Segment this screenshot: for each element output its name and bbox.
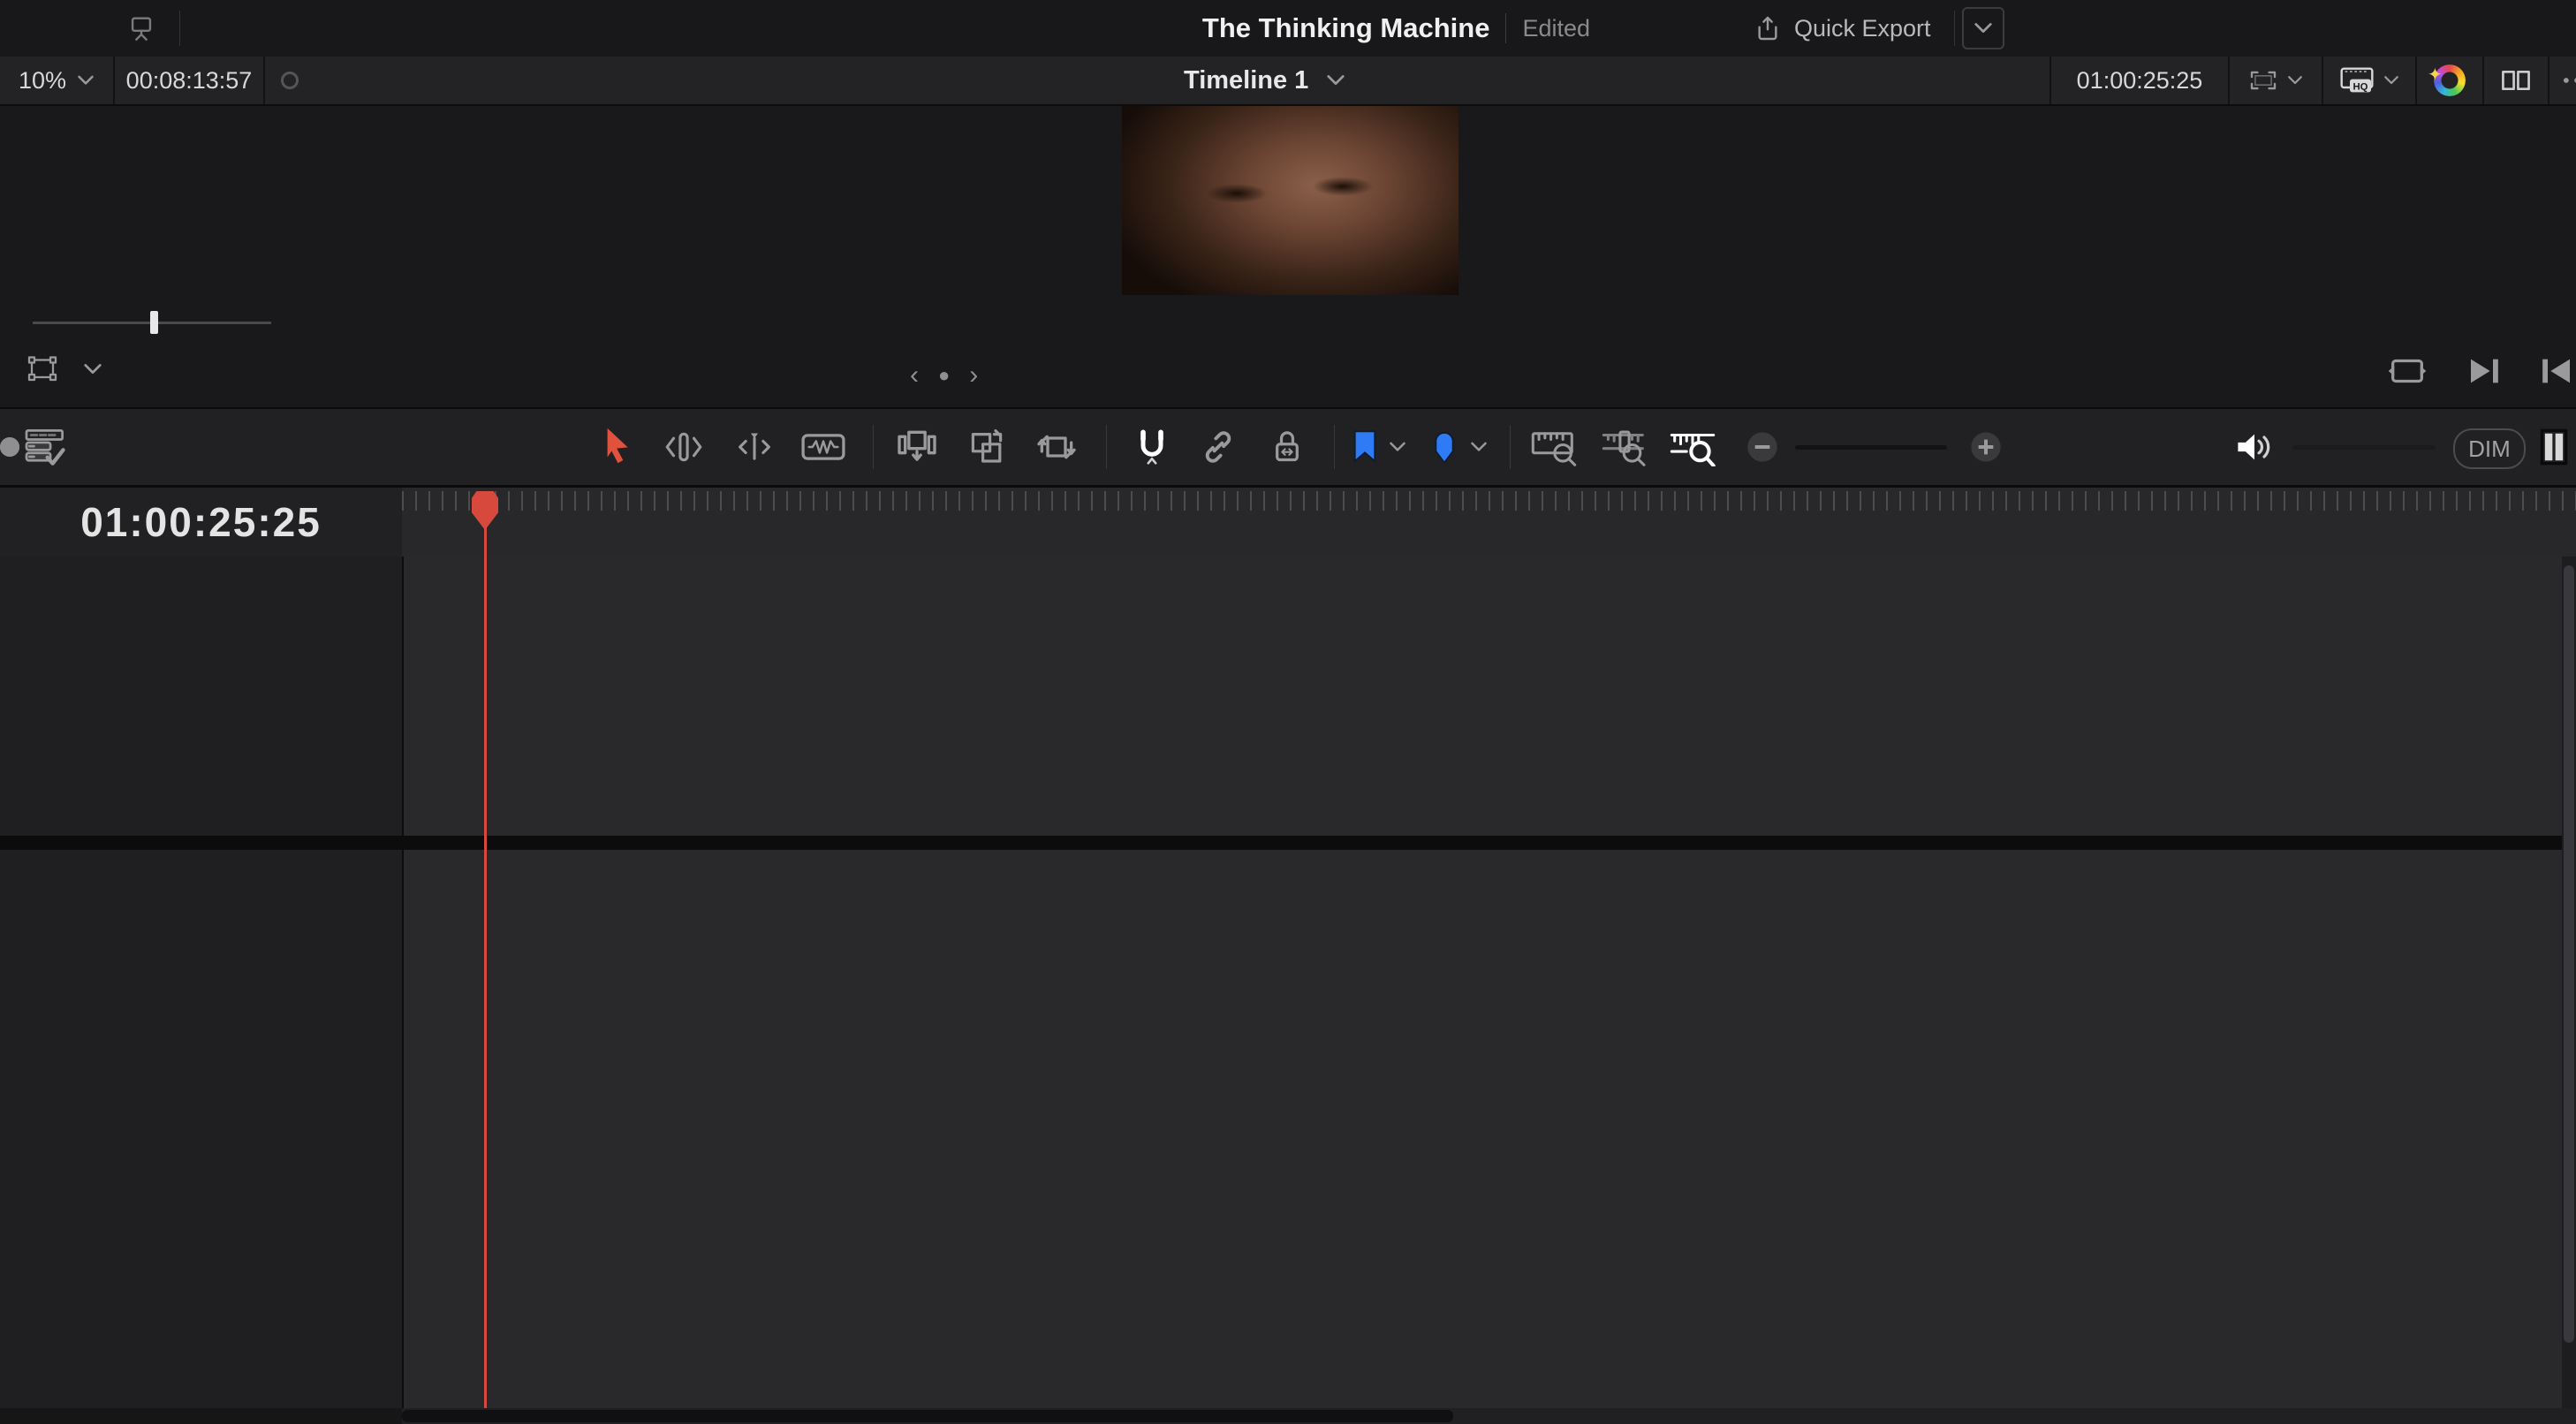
chevron-down-icon	[2287, 74, 2303, 87]
project-title-area: The Thinking Machine Edited	[1095, 0, 1590, 57]
transport-right	[2385, 355, 2574, 387]
flag-button[interactable]	[1350, 409, 1380, 485]
timeline-current-timecode: 01:00:25:25	[80, 498, 322, 546]
horizontal-scrollbar[interactable]	[402, 1408, 2576, 1424]
crop-bracket-icon	[2248, 69, 2278, 92]
snapping-button[interactable]	[1134, 409, 1170, 485]
overwrite-clip-button[interactable]	[967, 409, 1010, 485]
project-title: The Thinking Machine	[1202, 12, 1490, 44]
vertical-scrollbar[interactable]	[2562, 557, 2576, 1408]
quick-export-button[interactable]: Quick Export	[1794, 15, 1931, 42]
viewer-area: ‹ ● ›	[0, 106, 2576, 408]
zoom-in-button[interactable]	[1968, 409, 2004, 485]
viewer-video-frame[interactable]	[1122, 106, 1458, 295]
prev-clip-icon[interactable]: ‹	[910, 360, 919, 390]
zoom-detail-button[interactable]	[1600, 409, 1649, 485]
timeline-body	[0, 557, 2576, 1408]
close-button[interactable]	[19, 19, 40, 39]
marker-color-chevron[interactable]	[1470, 409, 1488, 485]
viewer-toolbar: 10% 00:08:13:57 Timeline 1 01:00:25:25 H…	[0, 57, 2576, 106]
record-timecode[interactable]: 01:00:25:25	[2049, 57, 2230, 104]
zoom-button[interactable]	[87, 19, 107, 39]
volume-thumb[interactable]	[0, 437, 19, 457]
razor-tool-button[interactable]	[799, 409, 848, 485]
trim-edit-mode-button[interactable]	[661, 409, 707, 485]
zoom-full-extent-button[interactable]	[1529, 409, 1579, 485]
viewer-zoom-select[interactable]: 10%	[0, 57, 115, 104]
playhead[interactable]	[484, 491, 487, 1408]
page-chevron-button[interactable]	[1962, 7, 2004, 49]
svg-text:HQ: HQ	[2353, 82, 2368, 93]
grade-bypass-button[interactable]: ✦	[2417, 57, 2484, 104]
chevron-down-icon	[77, 74, 95, 87]
cache-indicator	[281, 72, 299, 89]
speaker-icon[interactable]	[2235, 409, 2274, 485]
position-lock-button[interactable]	[1270, 409, 1304, 485]
jog-handle[interactable]	[150, 311, 158, 334]
insert-clip-button[interactable]	[895, 409, 939, 485]
source-timecode[interactable]: 00:08:13:57	[115, 57, 265, 104]
dim-button[interactable]: DIM	[2453, 428, 2526, 469]
prev-edit-icon[interactable]	[2539, 356, 2574, 386]
video-audio-divider[interactable]	[0, 836, 2576, 850]
loop-range-icon[interactable]	[2385, 355, 2429, 387]
selection-tool-button[interactable]	[601, 409, 636, 485]
timeline-selector[interactable]: Timeline 1	[1184, 66, 1345, 95]
minimize-button[interactable]	[53, 19, 73, 39]
horizontal-scroll-handle[interactable]	[402, 1410, 1453, 1422]
vertical-scroll-handle[interactable]	[2564, 565, 2574, 1343]
chevron-down-icon	[1326, 74, 1345, 87]
viewer-options-button[interactable]	[2549, 57, 2576, 104]
clip-nav: ‹ ● ›	[910, 360, 978, 390]
dual-viewer-button[interactable]	[2484, 57, 2549, 104]
edit-toolbar: DIM	[0, 409, 2576, 488]
viewer-zoom-value: 10%	[19, 67, 66, 95]
track-header-column	[0, 557, 404, 1408]
presentation-icon[interactable]	[126, 13, 156, 43]
timeline-ruler[interactable]	[402, 488, 2576, 557]
ruler-ticks	[402, 491, 2576, 511]
project-status: Edited	[1522, 15, 1590, 42]
chevron-down-icon	[2383, 74, 2399, 87]
volume-slider[interactable]	[2292, 445, 2436, 450]
timeline-name: Timeline 1	[1184, 66, 1308, 95]
window-controls	[0, 19, 126, 39]
export-icon[interactable]	[1754, 14, 1782, 42]
panel-split-icon[interactable]	[2539, 409, 2569, 485]
link-clips-button[interactable]	[1200, 409, 1237, 485]
playback-quality-select[interactable]: HQ	[2323, 57, 2417, 104]
top-bar-right: Quick Export	[1754, 0, 2004, 57]
zoom-out-button[interactable]	[1745, 409, 1780, 485]
dual-panel-icon	[2501, 69, 2531, 92]
viewer-transform-controls	[25, 353, 102, 385]
next-clip-icon[interactable]: ›	[969, 360, 978, 390]
dynamic-trim-button[interactable]	[731, 409, 777, 485]
chevron-down-icon[interactable]	[83, 363, 102, 375]
zoom-custom-button[interactable]	[1668, 409, 1717, 485]
davinci-resolve-window: The Thinking Machine Edited Quick Export…	[0, 0, 2576, 1424]
viewer-transform-select[interactable]	[2230, 57, 2323, 104]
hq-proxy-icon: HQ	[2339, 66, 2375, 95]
timeline-view-options-button[interactable]	[23, 409, 69, 485]
transform-icon[interactable]	[25, 353, 60, 385]
next-edit-icon[interactable]	[2466, 356, 2502, 386]
marker-button[interactable]	[1429, 409, 1459, 485]
dim-label: DIM	[2468, 436, 2511, 463]
source-timecode-value: 00:08:13:57	[126, 67, 253, 95]
current-clip-dot: ●	[938, 364, 950, 387]
flag-color-chevron[interactable]	[1389, 409, 1406, 485]
timeline-zoom-slider[interactable]	[1795, 445, 1947, 450]
replace-clip-button[interactable]	[1034, 409, 1079, 485]
ellipsis-icon	[2562, 76, 2576, 85]
record-timecode-value: 01:00:25:25	[2077, 67, 2203, 95]
timeline-timecode-display: 01:00:25:25	[0, 488, 404, 557]
